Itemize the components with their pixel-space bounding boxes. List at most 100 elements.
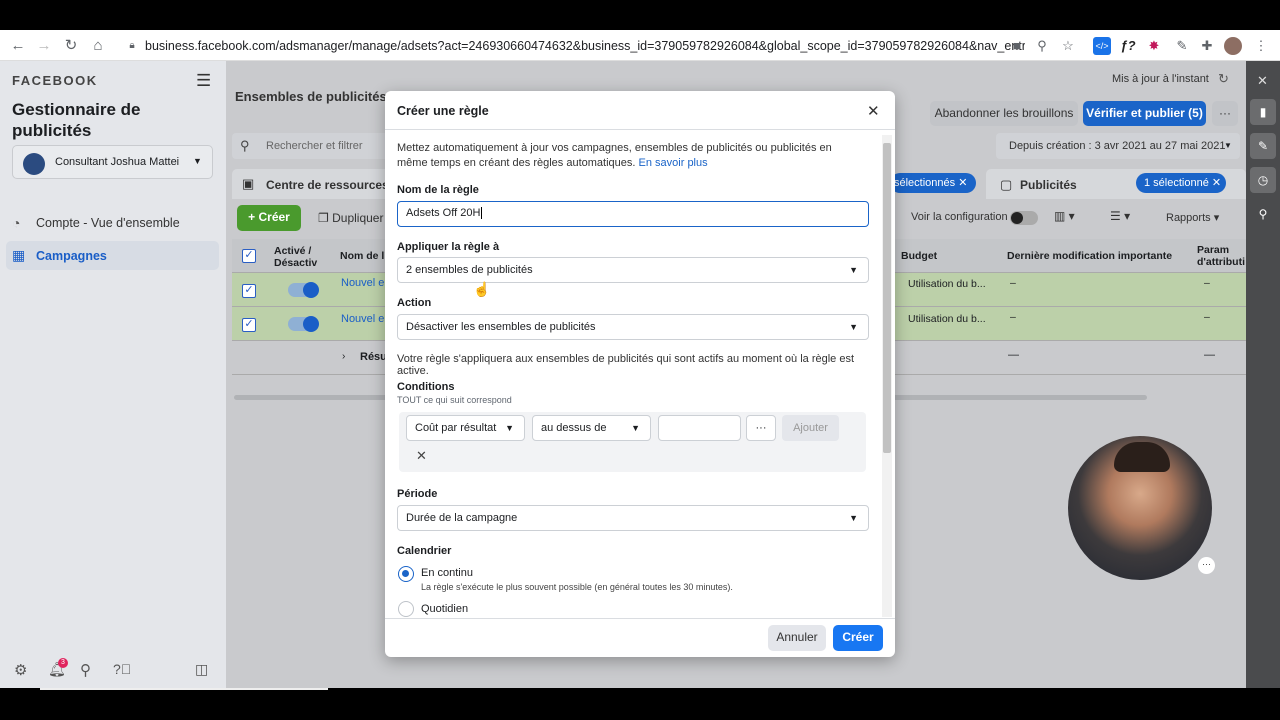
- ads-selected-label: 1 sélectionné: [1144, 177, 1209, 189]
- zoom-icon[interactable]: ⚲: [1033, 37, 1051, 55]
- ads-tab[interactable]: ▢ Publicités 1 sélectionné ✕: [986, 169, 1246, 199]
- condition-add-button[interactable]: Ajouter: [782, 415, 839, 441]
- search-icon[interactable]: ⚲: [80, 661, 91, 679]
- row-last-edit: –: [1010, 277, 1016, 289]
- help-icon[interactable]: ?⃝: [113, 661, 131, 677]
- select-all-checkbox[interactable]: ✓: [242, 249, 256, 263]
- close-icon[interactable]: ✕: [1212, 177, 1221, 189]
- close-icon[interactable]: ✕: [958, 177, 967, 189]
- kebab-menu-icon[interactable]: ⋮: [1252, 37, 1270, 55]
- rule-name-value: Adsets Off 20H: [406, 207, 481, 219]
- camera-icon[interactable]: ■: [1008, 37, 1026, 55]
- table-grid-icon: ▦: [12, 247, 26, 263]
- date-range-picker[interactable]: Depuis création : 3 avr 2021 au 27 mai 2…: [996, 133, 1240, 159]
- left-sidebar: FACEBOOK ☰ Gestionnaire de publicités Co…: [0, 61, 226, 688]
- history-clock-icon[interactable]: ◷: [1250, 167, 1276, 193]
- row-checkbox[interactable]: ✓: [242, 284, 256, 298]
- row-checkbox[interactable]: ✓: [242, 318, 256, 332]
- col-attribution[interactable]: Param d'attributi: [1197, 244, 1246, 268]
- extension-tool-icon[interactable]: ✎: [1173, 37, 1191, 55]
- row-name[interactable]: Nouvel en: [341, 277, 391, 289]
- dashboard-icon: ◔: [12, 215, 21, 231]
- adsets-selected-label: sélectionnés: [894, 177, 956, 189]
- search-icon[interactable]: ⚲: [1250, 201, 1276, 227]
- apply-to-value: 2 ensembles de publicités: [406, 264, 533, 276]
- period-select[interactable]: Durée de la campagne ▼: [397, 505, 869, 531]
- home-icon[interactable]: ⌂: [88, 36, 108, 56]
- row-budget: Utilisation du b...: [908, 278, 986, 290]
- sidebar-item-overview[interactable]: Compte - Vue d'ensemble: [36, 216, 180, 230]
- row-toggle[interactable]: [288, 316, 319, 332]
- schedule-continuous-radio[interactable]: [398, 566, 414, 582]
- action-select[interactable]: Désactiver les ensembles de publicités ▼: [397, 314, 869, 340]
- condition-operator-select[interactable]: au dessus de ▼: [532, 415, 651, 441]
- settings-gear-icon[interactable]: ⚙: [14, 661, 27, 679]
- breakdown-icon[interactable]: ☰ ▾: [1110, 209, 1130, 223]
- close-icon[interactable]: ✕: [1257, 73, 1268, 89]
- chevron-right-icon[interactable]: ›: [342, 351, 345, 362]
- extension-fx-icon[interactable]: ƒ?: [1119, 37, 1137, 55]
- period-value: Durée de la campagne: [406, 512, 518, 524]
- extension-code-icon[interactable]: </>: [1093, 37, 1111, 55]
- hamburger-icon[interactable]: ☰: [196, 71, 211, 91]
- webcam-more-icon[interactable]: ···: [1198, 557, 1215, 574]
- view-config-toggle[interactable]: [1010, 211, 1038, 225]
- chart-icon[interactable]: ▮: [1250, 99, 1276, 125]
- reload-icon[interactable]: ↻: [61, 36, 81, 56]
- divider: [385, 618, 895, 619]
- ads-selected-chip[interactable]: 1 sélectionné ✕: [1136, 173, 1226, 193]
- adsets-selected-chip[interactable]: sélectionnés ✕: [890, 173, 976, 193]
- sidebar-item-campaigns-label: Campagnes: [36, 249, 107, 263]
- apply-to-select[interactable]: 2 ensembles de publicités ▼: [397, 257, 869, 283]
- account-switcher[interactable]: Consultant Joshua Mattei ▼: [12, 145, 213, 179]
- back-icon[interactable]: ←: [8, 36, 28, 56]
- col-budget[interactable]: Budget: [901, 250, 937, 262]
- condition-value-input[interactable]: [658, 415, 741, 441]
- remove-condition-icon[interactable]: ✕: [416, 448, 427, 464]
- col-name[interactable]: Nom de l': [340, 250, 387, 262]
- search-filter-icon: ⚲: [240, 138, 250, 153]
- rule-name-input[interactable]: Adsets Off 20H: [397, 201, 869, 227]
- duplicate-button[interactable]: ❐ Dupliquer: [318, 211, 383, 225]
- col-onoff[interactable]: Activé / Désactiv: [274, 245, 322, 269]
- columns-icon[interactable]: ▥ ▾: [1054, 209, 1075, 223]
- condition-metric-select[interactable]: Coût par résultat ▼: [406, 415, 525, 441]
- profile-avatar-icon[interactable]: [1224, 37, 1242, 55]
- col-last-edit[interactable]: Dernière modification importante: [1007, 250, 1172, 262]
- intro-text: Mettez automatiquement à jour vos campag…: [397, 141, 865, 171]
- reports-dropdown[interactable]: Rapports ▾: [1166, 211, 1219, 224]
- extensions-puzzle-icon[interactable]: ✚: [1198, 37, 1216, 55]
- create-rule-dialog: Créer une règle ✕ Mettez automatiquement…: [385, 91, 895, 657]
- discard-drafts-button[interactable]: Abandonner les brouillons: [930, 101, 1078, 126]
- star-icon[interactable]: ☆: [1059, 37, 1077, 55]
- cancel-button[interactable]: Annuler: [768, 625, 826, 651]
- sidebar-item-campaigns[interactable]: ▦ Campagnes: [6, 241, 219, 270]
- action-note: Votre règle s'appliquera aux ensembles d…: [397, 353, 855, 377]
- resources-tab[interactable]: ▣ Centre de ressources: [232, 169, 392, 199]
- duplicate-label: Dupliquer: [332, 211, 384, 225]
- chevron-down-icon: ▼: [505, 423, 514, 433]
- notification-badge: 3: [58, 658, 68, 668]
- create-button[interactable]: + Créer: [237, 205, 301, 231]
- create-label: Créer: [258, 210, 290, 224]
- more-actions-icon[interactable]: ···: [1212, 101, 1238, 126]
- search-filter-input[interactable]: ⚲ Rechercher et filtrer: [232, 133, 392, 159]
- collapse-panel-icon[interactable]: ◫: [195, 661, 208, 678]
- condition-more-button[interactable]: ···: [746, 415, 776, 441]
- refresh-icon[interactable]: ↻: [1218, 71, 1229, 87]
- learn-more-link[interactable]: En savoir plus: [639, 157, 708, 169]
- edit-pencil-icon[interactable]: ✎: [1250, 133, 1276, 159]
- schedule-daily-radio[interactable]: [398, 601, 414, 617]
- forward-icon[interactable]: →: [34, 36, 54, 56]
- row-toggle[interactable]: [288, 282, 319, 298]
- create-rule-button[interactable]: Créer: [833, 625, 883, 651]
- extension-burst-icon[interactable]: ✸: [1145, 37, 1163, 55]
- right-tool-rail: ✕ ▮ ✎ ◷ ⚲: [1246, 61, 1280, 688]
- resources-icon: ▣: [242, 176, 255, 191]
- dialog-scrollbar[interactable]: [882, 135, 892, 617]
- address-bar[interactable]: business.facebook.com/adsmanager/manage/…: [145, 36, 1025, 56]
- resources-label: Centre de ressources: [266, 178, 389, 192]
- close-icon[interactable]: ✕: [867, 102, 880, 120]
- row-name[interactable]: Nouvel en: [341, 313, 391, 325]
- review-publish-button[interactable]: Vérifier et publier (5): [1083, 101, 1206, 126]
